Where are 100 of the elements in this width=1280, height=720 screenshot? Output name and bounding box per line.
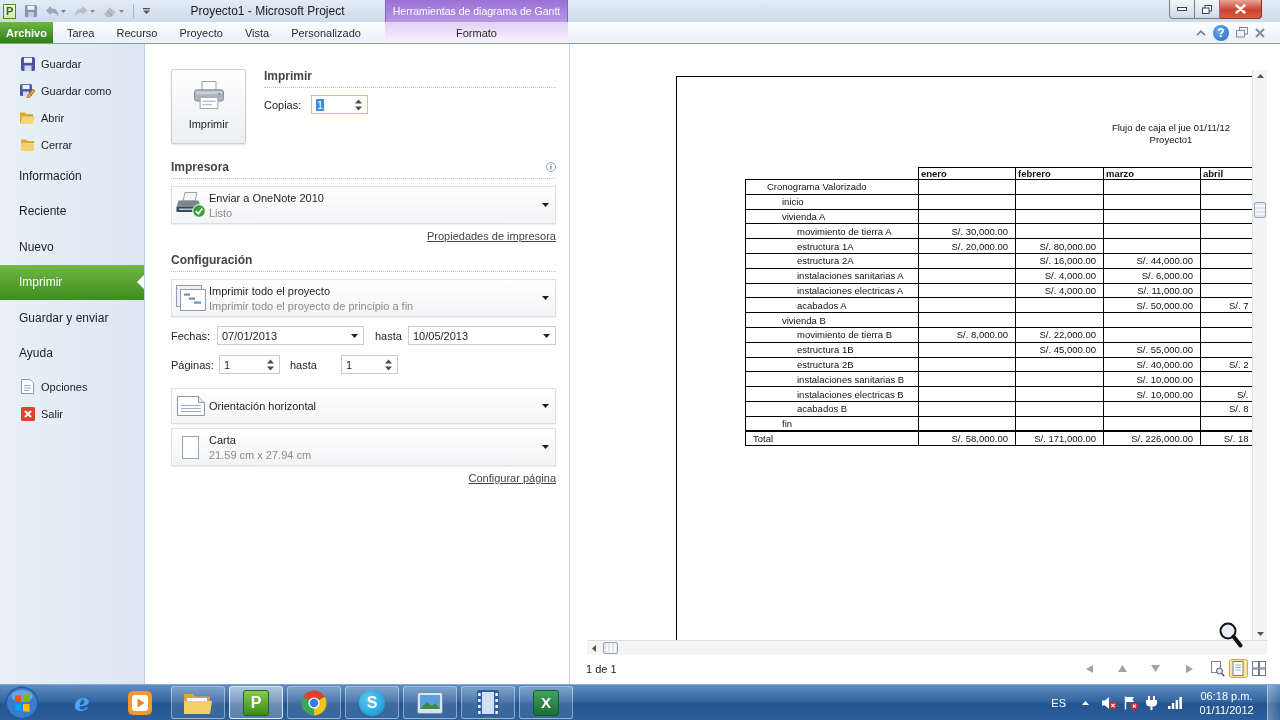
scrollbar-thumb[interactable] [1254, 202, 1266, 218]
undo-icon[interactable] [46, 5, 67, 17]
scrollbar-thumb[interactable] [603, 642, 618, 654]
backstage-item[interactable]: Nuevo [0, 229, 144, 265]
arrow-right-icon[interactable] [1186, 664, 1193, 673]
ribbon-tab[interactable]: Personalizado [280, 22, 372, 43]
window-title: Proyecto1 - Microsoft Project [190, 4, 345, 18]
taskbar-button[interactable] [171, 686, 225, 719]
backstage-item[interactable]: Cerrar [0, 131, 144, 158]
horizontal-scrollbar[interactable] [587, 640, 1267, 655]
scroll-up-icon[interactable] [1256, 74, 1264, 78]
customize-menu-icon[interactable] [143, 8, 150, 14]
printer-dropdown[interactable]: Enviar a OneNote 2010 Listo [171, 186, 556, 224]
taskbar-button[interactable] [461, 686, 515, 719]
ribbon-tab[interactable]: Formato [385, 22, 568, 43]
table-cell: S/. 8,000.00 [918, 327, 1016, 343]
arrow-up-icon[interactable] [1118, 665, 1127, 672]
ribbon-tab[interactable]: Vista [233, 22, 281, 43]
task-name-cell: instalaciones electricas A [745, 283, 919, 298]
spreadsheet-logo: X [533, 689, 559, 716]
close-button[interactable] [1220, 0, 1262, 19]
info-icon[interactable] [546, 162, 556, 172]
backstage-item[interactable]: Guardar y enviar [0, 300, 144, 336]
flag-icon[interactable] [1124, 695, 1138, 710]
close-icon [20, 406, 35, 421]
folder-icon [184, 691, 212, 714]
spin-arrows-icon [385, 358, 392, 371]
play-icon [128, 690, 152, 715]
print-scope-dropdown[interactable]: Imprimir todo el proyecto Imprimir todo el proyecto de principio a fin [171, 279, 556, 317]
backstage-item[interactable]: Reciente [0, 193, 144, 229]
minimize-icon [1177, 7, 1187, 11]
date-field[interactable]: 10/05/2013 [408, 326, 556, 345]
caret-icon [351, 333, 358, 338]
backstage-item[interactable]: Guardar [0, 50, 144, 77]
print-button[interactable]: Imprimir [171, 69, 246, 144]
scroll-left-icon[interactable] [592, 644, 596, 652]
close-icon[interactable] [1255, 27, 1265, 38]
ribbon-tab[interactable]: Tarea [55, 22, 106, 43]
table-cell: S/. 16,000.00 [1015, 253, 1104, 269]
arrow-down-icon[interactable] [1151, 665, 1160, 672]
table-cell: S/. 55,000.00 [1103, 342, 1201, 358]
show-hidden-icon[interactable] [1082, 700, 1089, 705]
orientation-dropdown[interactable]: Orientación horizontal [171, 388, 556, 424]
page-setup-link[interactable]: Configurar página [468, 472, 556, 485]
taskbar-button[interactable] [403, 686, 457, 719]
table-cell: S/. 4,000.00 [1015, 283, 1104, 298]
signal-icon[interactable] [1168, 696, 1182, 709]
eraser-icon[interactable] [104, 5, 125, 17]
spin-arrows-icon [355, 98, 362, 111]
task-name-cell: estructura 1B [745, 342, 919, 358]
paper-size-dropdown[interactable]: Carta 21.59 cm x 27.94 cm [171, 428, 556, 466]
show-desktop-button[interactable] [1267, 685, 1280, 720]
scroll-down-icon[interactable] [1256, 632, 1264, 636]
plug-icon[interactable] [1146, 695, 1157, 710]
table-cell: S/. 30,000.00 [918, 223, 1016, 239]
page-spinner[interactable]: 1 [341, 355, 398, 374]
column-header: marzo [1103, 167, 1201, 180]
save-icon[interactable] [25, 5, 38, 17]
spin-arrows-icon [267, 358, 274, 371]
start-orb-icon[interactable] [5, 685, 39, 720]
field-label: Páginas: [171, 358, 214, 371]
ribbon-tab[interactable]: Recurso [105, 22, 169, 43]
report-title: Flujo de caja el jue 01/11/12 [1111, 122, 1231, 134]
vertical-scrollbar[interactable] [1252, 70, 1267, 640]
chevron-up-icon[interactable] [1196, 29, 1206, 36]
taskbar-button[interactable] [287, 686, 341, 719]
task-name-cell: vivienda B [745, 312, 919, 328]
page-indicator: 1 de 1 [586, 662, 617, 675]
restore-button[interactable] [1195, 0, 1220, 19]
task-name-cell: instalaciones sanitarias A [745, 268, 919, 284]
browser-logo: e [73, 689, 91, 716]
backstage-item[interactable]: Opciones [0, 373, 144, 400]
backstage-item[interactable]: Salir [0, 400, 144, 427]
task-name-cell: estructura 2A [745, 253, 919, 269]
ribbon-tab[interactable]: Proyecto [168, 22, 234, 43]
backstage-item[interactable]: Guardar como [0, 77, 144, 104]
table-cell: S/. 10,000.00 [1103, 386, 1201, 402]
backstage-item[interactable]: Ayuda [0, 335, 144, 371]
backstage-item[interactable]: Información [0, 158, 144, 194]
minimize-button[interactable] [1169, 0, 1195, 19]
page-spinner[interactable]: 1 [219, 355, 280, 374]
app-logo: P [3, 3, 17, 19]
arrow-left-icon[interactable] [1086, 664, 1093, 673]
magnifier-cursor-icon [1219, 622, 1243, 648]
single-page-icon[interactable] [1229, 659, 1248, 678]
language-indicator[interactable]: ES [1051, 696, 1066, 709]
zoom-page-icon[interactable] [1211, 660, 1225, 677]
speaker-muted-icon[interactable] [1101, 695, 1117, 710]
backstage-item[interactable]: Abrir [0, 104, 144, 131]
table-cell: S/. 22,000.00 [1015, 327, 1104, 343]
page-icon [182, 435, 199, 459]
taskbar-button[interactable]: X [519, 686, 573, 719]
printer-properties-link[interactable]: Propiedades de impresora [426, 230, 556, 243]
date-field[interactable]: 07/01/2013 [217, 326, 364, 345]
table-cell: S/. 80,000.00 [1015, 238, 1104, 254]
restore-icon[interactable] [1236, 27, 1248, 38]
multi-page-icon[interactable] [1252, 660, 1266, 677]
ribbon-tab[interactable]: Archivo [0, 22, 53, 43]
task-name-cell: fin [745, 416, 919, 432]
table-cell: S/. 10,000.00 [1103, 371, 1201, 387]
